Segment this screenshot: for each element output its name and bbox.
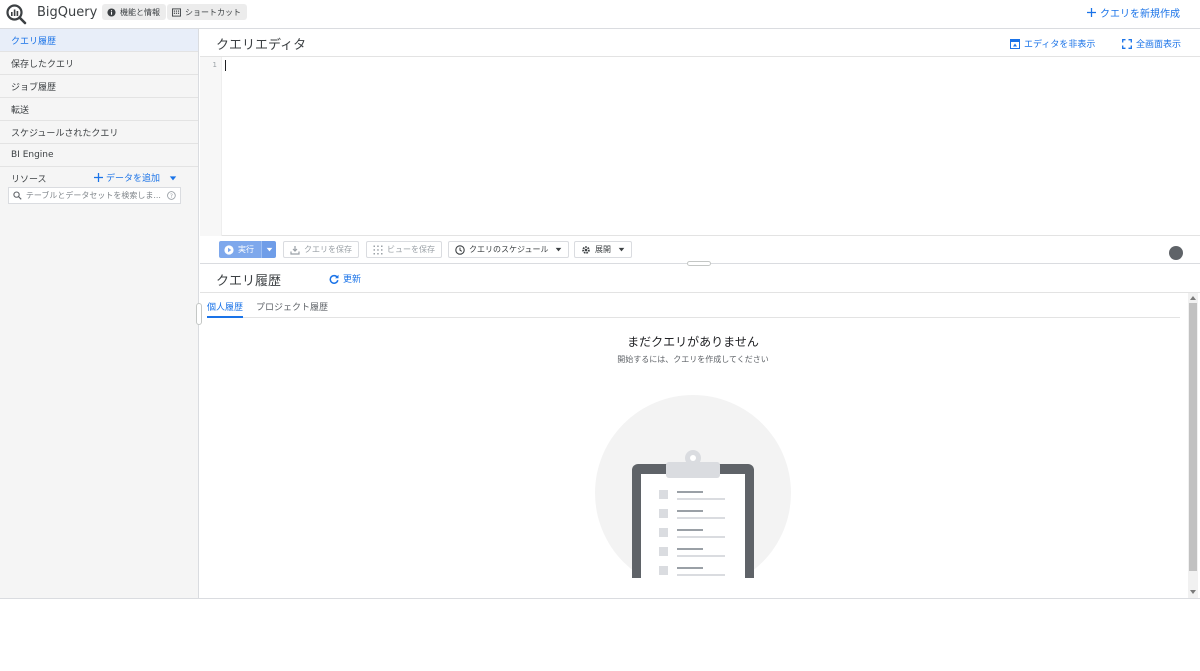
sidebar-item-label: クエリ履歴: [11, 36, 57, 47]
gear-icon: [582, 245, 590, 254]
run-label: 実行: [238, 245, 254, 254]
query-toolbar: 実行 クエリを保存 ビューを保存 クエリのスケジュール 展開: [200, 237, 1200, 266]
download-icon: [290, 245, 300, 255]
scroll-down-arrow[interactable]: [1190, 590, 1196, 594]
fullscreen-icon: [1122, 38, 1132, 49]
sidebar-item-label: ジョブ履歴: [11, 82, 57, 93]
search-icon: [13, 191, 22, 200]
history-tabs: 個人履歴 プロジェクト履歴: [207, 299, 1180, 318]
play-icon: [224, 244, 234, 255]
add-data-button[interactable]: データを追加: [94, 171, 177, 184]
grid-icon: [373, 245, 383, 254]
resources-row: リソース データを追加: [0, 167, 198, 189]
history-title: クエリ履歴: [216, 274, 282, 289]
schedule-query-button[interactable]: クエリのスケジュール: [448, 241, 570, 258]
empty-state-title: まだクエリがありません: [627, 335, 759, 349]
shortcuts-chip[interactable]: ショートカット: [167, 4, 247, 20]
features-chip-label: 機能と情報: [120, 7, 160, 17]
shortcuts-chip-label: ショートカット: [185, 7, 241, 17]
panel-collapse-handle[interactable]: [196, 303, 202, 325]
editor-title: クエリエディタ: [216, 38, 307, 53]
status-indicator: [1169, 246, 1183, 260]
hide-editor-icon: [1010, 38, 1020, 49]
fullscreen-label: 全画面表示: [1136, 40, 1182, 50]
bigquery-logo-icon[interactable]: [5, 3, 27, 25]
editor-header: クエリエディタ エディタを非表示 全画面表示: [200, 29, 1200, 57]
query-editor[interactable]: 1: [200, 57, 1200, 236]
search-input[interactable]: [25, 191, 164, 200]
refresh-button[interactable]: 更新: [329, 272, 361, 285]
chevron-down-icon: [266, 247, 272, 251]
app-name: BigQuery: [37, 5, 98, 20]
scroll-up-arrow[interactable]: [1190, 296, 1196, 300]
help-icon[interactable]: ?: [167, 191, 176, 200]
hide-editor-button[interactable]: エディタを非表示: [1010, 37, 1095, 50]
history-header: クエリ履歴 更新: [200, 265, 1200, 293]
window-bottom-edge: [0, 598, 1200, 599]
sidebar-item-job-history[interactable]: ジョブ履歴: [0, 75, 198, 98]
history-scrollbar[interactable]: [1188, 293, 1198, 598]
empty-state-subtitle: 開始するには、クエリを作成してください: [617, 355, 769, 364]
sidebar-item-bi-engine[interactable]: BI Engine: [0, 144, 198, 167]
save-view-label: ビューを保存: [387, 245, 435, 254]
tab-label: プロジェクト履歴: [256, 303, 329, 313]
sidebar-item-saved-queries[interactable]: 保存したクエリ: [0, 52, 198, 75]
tab-label: 個人履歴: [207, 303, 244, 313]
sidebar: クエリ履歴 保存したクエリ ジョブ履歴 転送 スケジュールされたクエリ BI E…: [0, 29, 199, 598]
add-data-label: データを追加: [106, 174, 161, 184]
top-bar: BigQuery 機能と情報 ショートカット クエリを新規作成: [0, 0, 1200, 29]
new-query-label: クエリを新規作成: [1100, 9, 1180, 20]
line-gutter: 1: [200, 57, 222, 236]
run-options-dropdown[interactable]: [261, 241, 276, 258]
schedule-query-label: クエリのスケジュール: [469, 245, 549, 254]
more-label: 展開: [595, 245, 611, 254]
refresh-icon: [329, 274, 339, 284]
new-query-button[interactable]: クエリを新規作成: [1087, 5, 1180, 20]
line-number: 1: [212, 61, 217, 69]
info-icon: [107, 7, 116, 17]
save-query-label: クエリを保存: [304, 245, 352, 254]
dropdown-arrow-icon: [169, 175, 177, 180]
chevron-down-icon: [618, 247, 625, 251]
sidebar-item-transfers[interactable]: 転送: [0, 98, 198, 121]
resources-label: リソース: [11, 174, 47, 185]
sidebar-item-label: BI Engine: [11, 150, 54, 160]
sidebar-item-label: スケジュールされたクエリ: [11, 128, 119, 139]
refresh-label: 更新: [343, 275, 362, 285]
sidebar-item-label: 保存したクエリ: [11, 59, 75, 70]
scroll-thumb[interactable]: [1189, 303, 1197, 571]
chevron-down-icon: [556, 247, 562, 251]
hide-editor-label: エディタを非表示: [1024, 40, 1096, 50]
plus-icon: [94, 173, 103, 182]
run-button-group: 実行: [219, 241, 276, 258]
bigquery-console: BigQuery 機能と情報 ショートカット クエリを新規作成 クエリ履歴 保存…: [0, 0, 1200, 598]
save-view-button[interactable]: ビューを保存: [366, 241, 442, 258]
features-chip[interactable]: 機能と情報: [102, 4, 166, 20]
run-button[interactable]: 実行: [219, 241, 261, 258]
fullscreen-button[interactable]: 全画面表示: [1122, 37, 1181, 50]
sidebar-item-scheduled-queries[interactable]: スケジュールされたクエリ: [0, 121, 198, 144]
resource-search: ?: [8, 187, 181, 204]
clipboard-illustration: [595, 395, 791, 578]
save-query-button[interactable]: クエリを保存: [283, 241, 359, 258]
more-button[interactable]: 展開: [574, 241, 632, 258]
sidebar-item-query-history[interactable]: クエリ履歴: [0, 29, 198, 52]
keyboard-icon: [172, 7, 181, 17]
tab-personal-history[interactable]: 個人履歴: [207, 300, 244, 318]
text-caret: [225, 60, 226, 71]
plus-icon: [1087, 8, 1096, 17]
sidebar-item-label: 転送: [11, 105, 30, 116]
tab-project-history[interactable]: プロジェクト履歴: [256, 300, 328, 318]
svg-text:?: ?: [170, 194, 173, 200]
clock-icon: [455, 244, 465, 255]
